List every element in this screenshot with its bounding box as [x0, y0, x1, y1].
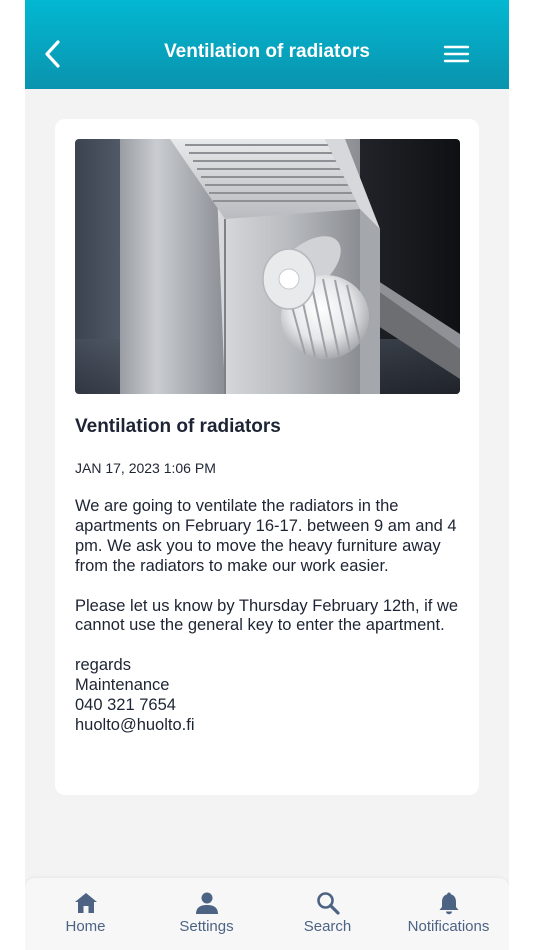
post-signature: regards Maintenance 040 321 7654 huolto@…: [75, 656, 465, 736]
chevron-left-icon: [45, 40, 60, 68]
signature-phone: 040 321 7654: [75, 696, 176, 715]
nav-settings-label: Settings: [179, 918, 234, 935]
signature-line: Maintenance: [75, 676, 170, 695]
page-title: Ventilation of radiators: [164, 41, 370, 62]
signature-line: regards: [75, 656, 131, 675]
menu-button[interactable]: [443, 42, 471, 66]
home-icon: [74, 893, 97, 913]
signature-email: huolto@huolto.fi: [75, 715, 195, 734]
post-paragraph: We are going to ventilate the radiators …: [75, 497, 457, 575]
bottom-navigation: Home Settings Search Notifications: [25, 878, 509, 950]
person-icon: [195, 892, 218, 914]
nav-notifications[interactable]: Notifications: [388, 878, 509, 950]
post-paragraph: Please let us know by Thursday February …: [75, 596, 459, 635]
back-button[interactable]: [39, 38, 65, 70]
hamburger-menu-icon: [443, 45, 470, 63]
search-icon: [316, 892, 340, 915]
post-card: Ventilation of radiators JAN 17, 2023 1:…: [55, 119, 479, 795]
post-body: We are going to ventilate the radiators …: [75, 497, 465, 736]
top-bar: Ventilation of radiators: [25, 0, 509, 89]
nav-settings[interactable]: Settings: [146, 878, 267, 950]
post-date: JAN 17, 2023 1:06 PM: [75, 460, 216, 476]
nav-home[interactable]: Home: [25, 878, 146, 950]
post-image: [75, 139, 460, 394]
nav-notifications-label: Notifications: [407, 918, 490, 935]
nav-search-label: Search: [303, 918, 352, 935]
app-screen: Ventilation of radiators Ventilation of …: [25, 0, 509, 950]
bell-icon: [439, 892, 458, 915]
post-title: Ventilation of radiators: [75, 416, 281, 437]
nav-home-label: Home: [65, 918, 106, 935]
nav-search[interactable]: Search: [267, 878, 388, 950]
